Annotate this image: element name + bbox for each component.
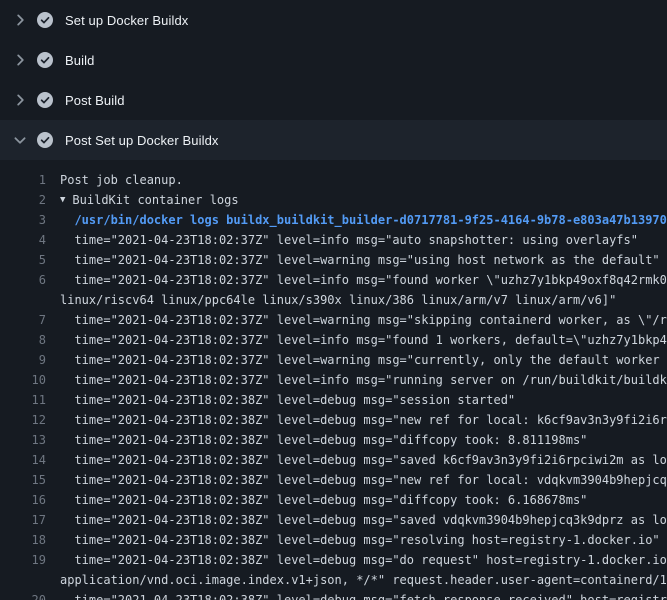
log-line: 13 time="2021-04-23T18:02:38Z" level=deb…: [0, 430, 667, 450]
line-number[interactable]: [0, 290, 60, 310]
step-title: Post Set up Docker Buildx: [65, 133, 219, 148]
log-line-continuation: linux/riscv64 linux/ppc64le linux/s390x …: [0, 290, 667, 310]
check-circle-icon: [37, 52, 53, 68]
log-text: time="2021-04-23T18:02:37Z" level=info m…: [60, 230, 638, 250]
log-line: 17 time="2021-04-23T18:02:38Z" level=deb…: [0, 510, 667, 530]
line-number[interactable]: 9: [0, 350, 60, 370]
log-line: 6 time="2021-04-23T18:02:37Z" level=info…: [0, 270, 667, 290]
log-text: time="2021-04-23T18:02:38Z" level=debug …: [60, 550, 667, 570]
log-text: ▼BuildKit container logs: [60, 190, 239, 210]
check-circle-icon: [37, 92, 53, 108]
log-line-continuation: application/vnd.oci.image.index.v1+json,…: [0, 570, 667, 590]
line-number[interactable]: 3: [0, 210, 60, 230]
log-line: 1 Post job cleanup.: [0, 170, 667, 190]
step-title: Post Build: [65, 93, 125, 108]
line-number[interactable]: 6: [0, 270, 60, 290]
step-header-build[interactable]: Build: [0, 40, 667, 80]
line-number[interactable]: 20: [0, 590, 60, 600]
log-text: time="2021-04-23T18:02:37Z" level=info m…: [60, 330, 667, 350]
log-line[interactable]: 2 ▼BuildKit container logs: [0, 190, 667, 210]
log-line: 14 time="2021-04-23T18:02:38Z" level=deb…: [0, 450, 667, 470]
log-line: 10 time="2021-04-23T18:02:37Z" level=inf…: [0, 370, 667, 390]
line-number[interactable]: 12: [0, 410, 60, 430]
step-header-post-set-up-docker-buildx[interactable]: Post Set up Docker Buildx: [0, 120, 667, 160]
line-number[interactable]: 7: [0, 310, 60, 330]
line-number[interactable]: 17: [0, 510, 60, 530]
log-line: 19 time="2021-04-23T18:02:38Z" level=deb…: [0, 550, 667, 570]
log-text: time="2021-04-23T18:02:38Z" level=debug …: [60, 530, 660, 550]
chevron-icon[interactable]: [12, 52, 28, 68]
log-text: linux/riscv64 linux/ppc64le linux/s390x …: [60, 290, 616, 310]
line-number[interactable]: [0, 570, 60, 590]
check-circle-icon: [37, 12, 53, 28]
log-text: time="2021-04-23T18:02:38Z" level=debug …: [60, 470, 667, 490]
expand-triangle-icon[interactable]: ▼: [60, 190, 65, 210]
step-header-post-build[interactable]: Post Build: [0, 80, 667, 120]
log-line: 20 time="2021-04-23T18:02:38Z" level=deb…: [0, 590, 667, 600]
log-text: Post job cleanup.: [60, 170, 183, 190]
log-text: time="2021-04-23T18:02:37Z" level=warnin…: [60, 250, 660, 270]
log-line: 4 time="2021-04-23T18:02:37Z" level=info…: [0, 230, 667, 250]
log-area[interactable]: 1 Post job cleanup. 2 ▼BuildKit containe…: [0, 160, 667, 600]
line-number[interactable]: 15: [0, 470, 60, 490]
line-number[interactable]: 2: [0, 190, 60, 210]
log-text: time="2021-04-23T18:02:37Z" level=info m…: [60, 270, 667, 290]
log-text: time="2021-04-23T18:02:38Z" level=debug …: [60, 450, 667, 470]
check-circle-icon: [37, 132, 53, 148]
chevron-icon[interactable]: [12, 92, 28, 108]
chevron-icon[interactable]: [12, 12, 28, 28]
step-title: Set up Docker Buildx: [65, 13, 188, 28]
log-text: application/vnd.oci.image.index.v1+json,…: [60, 570, 667, 590]
log-text: time="2021-04-23T18:02:38Z" level=debug …: [60, 490, 587, 510]
step-title: Build: [65, 53, 94, 68]
log-line: 7 time="2021-04-23T18:02:37Z" level=warn…: [0, 310, 667, 330]
log-line: 3 /usr/bin/docker logs buildx_buildkit_b…: [0, 210, 667, 230]
line-number[interactable]: 1: [0, 170, 60, 190]
log-text: time="2021-04-23T18:02:38Z" level=debug …: [60, 510, 667, 530]
log-line: 16 time="2021-04-23T18:02:38Z" level=deb…: [0, 490, 667, 510]
log-text: time="2021-04-23T18:02:37Z" level=info m…: [60, 370, 667, 390]
log-text: time="2021-04-23T18:02:37Z" level=warnin…: [60, 350, 667, 370]
step-header-set-up-docker-buildx[interactable]: Set up Docker Buildx: [0, 0, 667, 40]
log-text: time="2021-04-23T18:02:38Z" level=debug …: [60, 590, 667, 600]
line-number[interactable]: 16: [0, 490, 60, 510]
log-text: time="2021-04-23T18:02:38Z" level=debug …: [60, 390, 515, 410]
steps-list: Set up Docker Buildx Build P: [0, 0, 667, 160]
log-line: 12 time="2021-04-23T18:02:38Z" level=deb…: [0, 410, 667, 430]
log-line: 5 time="2021-04-23T18:02:37Z" level=warn…: [0, 250, 667, 270]
chevron-icon[interactable]: [12, 132, 28, 148]
log-line: 15 time="2021-04-23T18:02:38Z" level=deb…: [0, 470, 667, 490]
line-number[interactable]: 11: [0, 390, 60, 410]
line-number[interactable]: 5: [0, 250, 60, 270]
log-line: 9 time="2021-04-23T18:02:37Z" level=warn…: [0, 350, 667, 370]
line-number[interactable]: 10: [0, 370, 60, 390]
line-number[interactable]: 14: [0, 450, 60, 470]
line-number[interactable]: 4: [0, 230, 60, 250]
log-text: time="2021-04-23T18:02:38Z" level=debug …: [60, 410, 667, 430]
line-number[interactable]: 19: [0, 550, 60, 570]
log-text: time="2021-04-23T18:02:37Z" level=warnin…: [60, 310, 667, 330]
log-line: 8 time="2021-04-23T18:02:37Z" level=info…: [0, 330, 667, 350]
log-line: 18 time="2021-04-23T18:02:38Z" level=deb…: [0, 530, 667, 550]
line-number[interactable]: 13: [0, 430, 60, 450]
log-line: 11 time="2021-04-23T18:02:38Z" level=deb…: [0, 390, 667, 410]
log-text: /usr/bin/docker logs buildx_buildkit_bui…: [60, 210, 667, 230]
line-number[interactable]: 18: [0, 530, 60, 550]
line-number[interactable]: 8: [0, 330, 60, 350]
actions-log-viewer: Set up Docker Buildx Build P: [0, 0, 667, 600]
log-text: time="2021-04-23T18:02:38Z" level=debug …: [60, 430, 587, 450]
